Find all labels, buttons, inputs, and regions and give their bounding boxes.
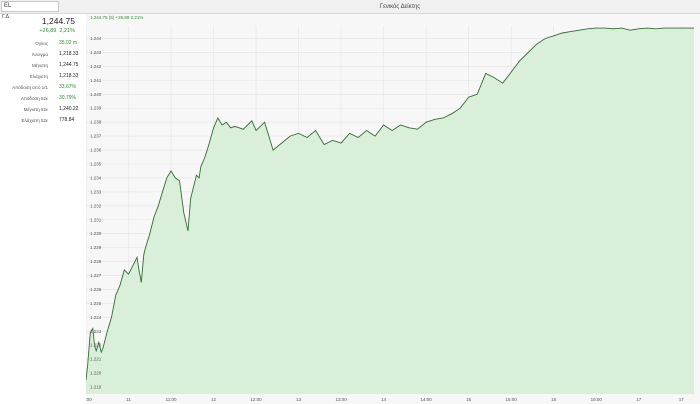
y-tick-label: 1.221 <box>90 357 102 362</box>
y-tick-label: 1.237 <box>90 134 102 139</box>
y-tick-label: 1.225 <box>90 301 102 306</box>
y-tick-label: 1.233 <box>90 189 102 194</box>
x-tick-label: 16 <box>551 397 557 402</box>
y-tick-label: 1.229 <box>90 245 102 250</box>
x-tick-label: 15:00 <box>506 397 518 402</box>
x-tick-label: 16:00 <box>591 397 603 402</box>
stat-label: Απόδοση από 1/1 <box>12 85 48 90</box>
app-window: Γενικός Δείκτης Γ.Δ 1,244.75 +26,89 2,21… <box>0 0 700 404</box>
x-axis-ticks: 10:00 11 11:00 12 12:00 13 13:00 14 14:00 15 15:00… <box>86 397 684 402</box>
x-tick-label: 12 <box>211 397 217 402</box>
x-tick-label: 10:00 <box>86 397 92 402</box>
y-tick-label: 1.224 <box>90 315 102 320</box>
y-tick-label: 1.244 <box>90 36 102 41</box>
y-tick-label: 1.232 <box>90 203 102 208</box>
last-price: 1,244.75 <box>41 16 75 26</box>
y-tick-label: 1.240 <box>90 92 102 97</box>
y-tick-label: 1.242 <box>90 64 102 69</box>
stat-row-low: Ελάχιστη 1,218.33 <box>0 71 86 82</box>
y-tick-label: 1.219 <box>90 385 102 390</box>
stat-row-52w-low: Ελάχιστη 52ε 778.84 <box>0 115 86 126</box>
x-tick-label: 12:00 <box>250 397 262 402</box>
chart-header: 1,244.75 (5) +26.89 2.21% <box>90 15 144 20</box>
stat-row-open: Άνοιγμα 1,218.33 <box>0 49 86 60</box>
stat-row-volume: Όγκος 35.02 m <box>0 38 86 49</box>
y-tick-label: 1.243 <box>90 50 102 55</box>
stat-value: 33.67% <box>59 84 76 90</box>
y-tick-label: 1.223 <box>90 329 102 334</box>
y-tick-label: 1.235 <box>90 162 102 167</box>
stat-row-ytd: Απόδοση από 1/1 33.67% <box>0 82 86 93</box>
stat-label: Ελάχιστη <box>29 74 48 79</box>
stat-row-52w-return: Απόδοση 52ε 30.79% <box>0 93 86 104</box>
stat-label: Όγκος <box>35 41 48 46</box>
chart-svg: 1.219 1.220 1.221 1.222 1.223 1.224 1.225 1.226… <box>86 14 700 404</box>
x-tick-label: 13:00 <box>335 397 347 402</box>
stats-table: Όγκος 35.02 m Άνοιγμα 1,218.33 Μέγιστη 1… <box>0 38 86 126</box>
stat-value: 30.79% <box>59 95 76 101</box>
stat-label: Μέγιστη <box>31 63 48 68</box>
stat-label: Μέγιστη 52ε <box>23 107 48 112</box>
window-title: Γενικός Δείκτης <box>379 4 421 10</box>
stat-value: 1,244.75 <box>59 62 79 68</box>
stat-label: Ελάχιστη 52ε <box>21 118 48 123</box>
toolbar: Γενικός Δείκτης <box>0 0 700 14</box>
y-tick-label: 1.222 <box>90 343 102 348</box>
change-percent: 2,21% <box>59 28 75 34</box>
y-tick-label: 1.238 <box>90 120 102 125</box>
x-tick-label: 15 <box>466 397 472 402</box>
y-tick-label: 1.239 <box>90 106 102 111</box>
y-tick-label: 1.231 <box>90 217 102 222</box>
stat-value: 778.84 <box>59 117 75 123</box>
y-tick-label: 1.226 <box>90 287 102 292</box>
x-tick-label: 11 <box>126 397 131 402</box>
y-tick-label: 1.234 <box>90 175 102 180</box>
stat-value: 1,218.33 <box>59 73 79 79</box>
stat-label: Άνοιγμα <box>31 52 48 57</box>
stat-row-52w-high: Μέγιστη 52ε 1,240.22 <box>0 104 86 115</box>
x-tick-label: 17 <box>679 397 685 402</box>
y-tick-label: 1.220 <box>90 371 102 376</box>
y-tick-label: 1.230 <box>90 231 102 236</box>
search-input[interactable] <box>1 1 59 12</box>
stat-label: Απόδοση 52ε <box>20 96 48 101</box>
stat-row-high: Μέγιστη 1,244.75 <box>0 60 86 71</box>
x-tick-label: 14 <box>381 397 387 402</box>
y-tick-label: 1.228 <box>90 259 102 264</box>
price-chart[interactable]: 1.219 1.220 1.221 1.222 1.223 1.224 1.225 1.226… <box>86 14 700 404</box>
ticker-label: Γ.Δ <box>2 14 9 20</box>
change-value: +26,89 <box>39 28 57 34</box>
x-tick-label: 17 <box>636 397 642 402</box>
y-tick-label: 1.241 <box>90 78 102 83</box>
x-tick-label: 11:00 <box>166 397 177 402</box>
price-change: +26,89 2,21% <box>39 28 75 34</box>
x-tick-label: 13 <box>296 397 302 402</box>
quote-panel: Γ.Δ 1,244.75 +26,89 2,21% Όγκος 35.02 m … <box>0 14 86 404</box>
y-tick-label: 1.236 <box>90 148 102 153</box>
x-tick-label: 14:00 <box>421 397 433 402</box>
y-tick-label: 1.227 <box>90 273 102 278</box>
stat-value: 1,240.22 <box>59 106 79 112</box>
stat-value: 35.02 m <box>59 40 78 46</box>
stat-value: 1,218.33 <box>59 51 79 57</box>
